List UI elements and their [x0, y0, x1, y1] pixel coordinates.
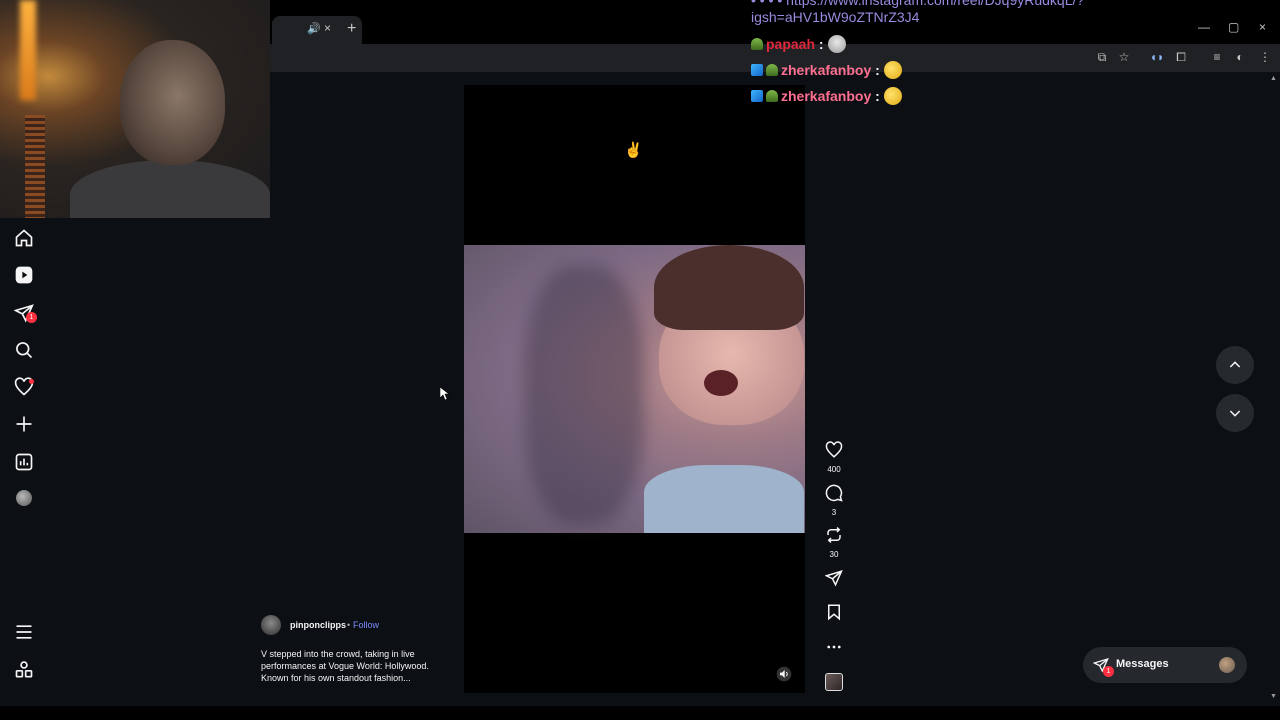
next-reel-button[interactable]: [1216, 394, 1254, 432]
previous-reel-button[interactable]: [1216, 346, 1254, 384]
reel-player[interactable]: ✌: [464, 85, 805, 693]
chat-message: zherkafanboy :: [751, 61, 902, 79]
comment-button[interactable]: 3: [824, 484, 844, 517]
chat-username: zherkafanboy: [781, 62, 872, 78]
share-button[interactable]: [824, 569, 844, 592]
minimize-button[interactable]: —: [1198, 20, 1210, 34]
subscriber-badge-icon: [751, 38, 763, 50]
chat-message: papaah :: [751, 35, 846, 53]
messages-badge: 1: [1103, 666, 1114, 677]
subscriber-badge-icon: [766, 64, 778, 76]
direct-badge: 1: [26, 312, 37, 323]
like-count: 400: [827, 465, 841, 474]
comment-icon: [825, 484, 843, 502]
messages-label: Messages: [1116, 658, 1169, 670]
dashboard-icon[interactable]: [14, 452, 34, 472]
chat-username: papaah: [766, 36, 816, 52]
webcam-person-face: [120, 40, 225, 165]
cube-badge-icon: [751, 64, 763, 76]
search-icon[interactable]: [14, 340, 34, 360]
reel-video-frame[interactable]: [464, 245, 805, 533]
new-tab-button[interactable]: +: [347, 20, 356, 38]
video-shirt: [644, 465, 804, 533]
messages-avatar: [1219, 657, 1235, 673]
reel-caption[interactable]: V stepped into the crowd, taking in live…: [261, 648, 451, 684]
video-mouth: [704, 370, 738, 396]
like-button[interactable]: 400: [824, 441, 844, 474]
kebab-menu-icon[interactable]: ⋮: [1257, 49, 1273, 65]
emote-icon: [827, 35, 846, 53]
meta-apps-icon[interactable]: [14, 660, 34, 680]
speaker-icon[interactable]: [776, 666, 792, 682]
audio-thumbnail[interactable]: [825, 673, 843, 691]
screen: 🔊 × + — ▢ × ⧉ ☆ ◖◗ ⧠ ≡ ◐ ⋮ 1 ✌ 400 3 30 …: [0, 0, 1280, 720]
media-control-icon[interactable]: ≡: [1209, 49, 1225, 65]
chevron-down-icon: [1229, 410, 1241, 417]
chat-message: zherkafanboy :: [751, 87, 902, 105]
profile-icon[interactable]: ◐: [1232, 49, 1248, 65]
webcam-lamp: [20, 0, 36, 100]
scroll-up-arrow[interactable]: ▲: [1270, 75, 1277, 82]
home-icon[interactable]: [14, 228, 34, 248]
speaker-icon[interactable]: 🔊: [307, 22, 321, 35]
messages-button[interactable]: 1 Messages: [1083, 647, 1247, 683]
extensions-icon[interactable]: ⧠: [1173, 49, 1189, 65]
chat-url-line-1: • • • • https://www.instagram.com/reel/D…: [751, 0, 1085, 8]
chat-separator: :: [875, 88, 880, 104]
chat-separator: :: [818, 36, 824, 52]
install-icon[interactable]: ⧉: [1094, 49, 1110, 65]
taskbar-strip: [0, 706, 1280, 720]
video-hair: [654, 245, 804, 330]
bookmark-star-icon[interactable]: ☆: [1116, 49, 1132, 65]
notification-dot: [29, 379, 34, 384]
victory-hand-emoji: ✌: [624, 142, 643, 159]
more-options-button[interactable]: [824, 638, 844, 661]
emote-icon: [883, 61, 902, 79]
mouse-cursor-icon: [440, 387, 450, 401]
close-window-button[interactable]: ×: [1259, 20, 1266, 34]
maximize-button[interactable]: ▢: [1228, 20, 1239, 34]
cube-badge-icon: [751, 90, 763, 102]
tab-close-button[interactable]: ×: [324, 21, 331, 35]
menu-icon[interactable]: [14, 622, 34, 642]
webcam-overlay: [0, 0, 270, 218]
video-background-figure: [524, 265, 644, 525]
heart-icon: [825, 441, 843, 458]
webcam-shelf: [25, 115, 45, 218]
repost-button[interactable]: 30: [824, 526, 844, 559]
emote-icon: [883, 87, 902, 105]
chevron-up-icon: [1229, 361, 1241, 368]
separator-dot: •: [347, 620, 351, 630]
comment-count: 3: [831, 508, 837, 517]
save-button[interactable]: [824, 603, 844, 626]
chat-url-line-2: igsh=aHV1bW9oZTNrZ3J4: [751, 9, 920, 25]
chat-separator: :: [875, 62, 880, 78]
bookmark-icon: [828, 604, 840, 621]
follow-button[interactable]: Follow: [353, 620, 379, 630]
webcam-person-body: [70, 160, 270, 218]
extension-audio-icon[interactable]: ◖◗: [1149, 49, 1165, 65]
repost-icon: [827, 526, 841, 544]
reels-icon[interactable]: [14, 265, 34, 285]
author-username[interactable]: pinponclipps: [290, 620, 346, 630]
repost-count: 30: [829, 550, 839, 559]
share-icon: [824, 570, 843, 587]
scroll-down-arrow[interactable]: ▼: [1270, 693, 1277, 700]
subscriber-badge-icon: [766, 90, 778, 102]
chat-username: zherkafanboy: [781, 88, 872, 104]
create-icon[interactable]: [14, 414, 34, 434]
author-avatar[interactable]: [261, 615, 281, 635]
profile-avatar[interactable]: [16, 490, 32, 506]
more-icon: [827, 645, 841, 649]
